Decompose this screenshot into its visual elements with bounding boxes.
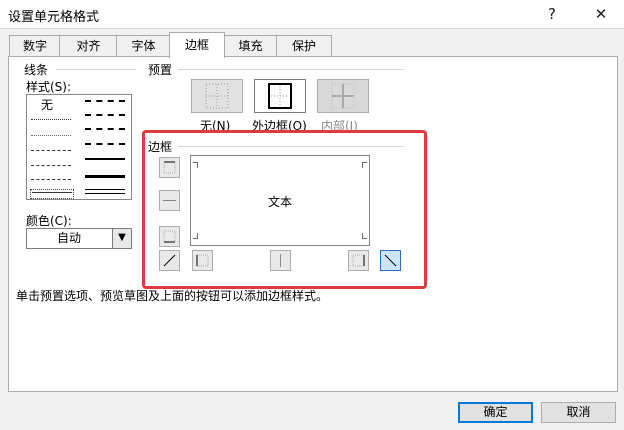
color-dropdown[interactable]: 自动 ▼: [26, 228, 132, 249]
cancel-button[interactable]: 取消: [541, 402, 616, 423]
preset-outline-icon: [268, 83, 292, 109]
highlight-frame: [142, 130, 427, 289]
tab-number[interactable]: 数字: [9, 35, 61, 57]
hint-text: 单击预置选项、预览草图及上面的按钮可以添加边框样式。: [16, 289, 329, 303]
line-style-none[interactable]: 无: [41, 96, 53, 113]
presets-group-divider: [178, 69, 404, 70]
dialog-title: 设置单元格格式: [8, 10, 100, 25]
line-style-slanted-dashdot[interactable]: [85, 114, 125, 116]
preset-outline-button[interactable]: [254, 79, 306, 113]
help-icon: ?: [548, 5, 556, 23]
line-style-hair[interactable]: [31, 119, 71, 120]
preset-inside-button[interactable]: [317, 79, 369, 113]
line-style-dotted[interactable]: [31, 135, 71, 136]
line-style-medium[interactable]: [85, 158, 125, 160]
chevron-down-icon[interactable]: ▼: [112, 229, 131, 248]
tab-protection[interactable]: 保护: [276, 35, 332, 57]
line-style-medium-dashed[interactable]: [85, 143, 125, 145]
line-style-list[interactable]: 无: [26, 94, 132, 200]
close-button[interactable]: ✕: [586, 0, 616, 28]
preset-none-button[interactable]: [191, 79, 243, 113]
presets-group-label: 预置: [148, 63, 173, 77]
line-style-dashdot[interactable]: [31, 165, 71, 166]
ok-button[interactable]: 确定: [458, 402, 533, 423]
tab-border[interactable]: 边框: [169, 32, 225, 58]
style-label: 样式(S):: [26, 80, 72, 94]
line-style-medium-dashdotdot[interactable]: [85, 100, 125, 102]
preset-none-icon: [205, 83, 229, 109]
tab-font[interactable]: 字体: [116, 35, 171, 57]
line-style-selected[interactable]: [30, 189, 74, 199]
tab-fill[interactable]: 填充: [223, 35, 278, 57]
line-style-thin[interactable]: [32, 192, 72, 193]
help-button[interactable]: ?: [537, 0, 567, 28]
close-icon: ✕: [594, 5, 608, 23]
line-style-dashdotdot[interactable]: [31, 150, 71, 151]
line-style-double[interactable]: [85, 189, 125, 194]
line-group-divider: [56, 69, 136, 70]
line-style-thick[interactable]: [85, 175, 125, 178]
preset-inside-icon: [331, 83, 355, 109]
line-group-label: 线条: [24, 63, 49, 77]
line-style-dashed[interactable]: [31, 179, 71, 180]
line-style-medium-dashdot[interactable]: [85, 128, 125, 130]
color-value: 自动: [56, 231, 81, 245]
color-label: 颜色(C):: [26, 214, 72, 228]
tab-alignment[interactable]: 对齐: [59, 35, 118, 57]
